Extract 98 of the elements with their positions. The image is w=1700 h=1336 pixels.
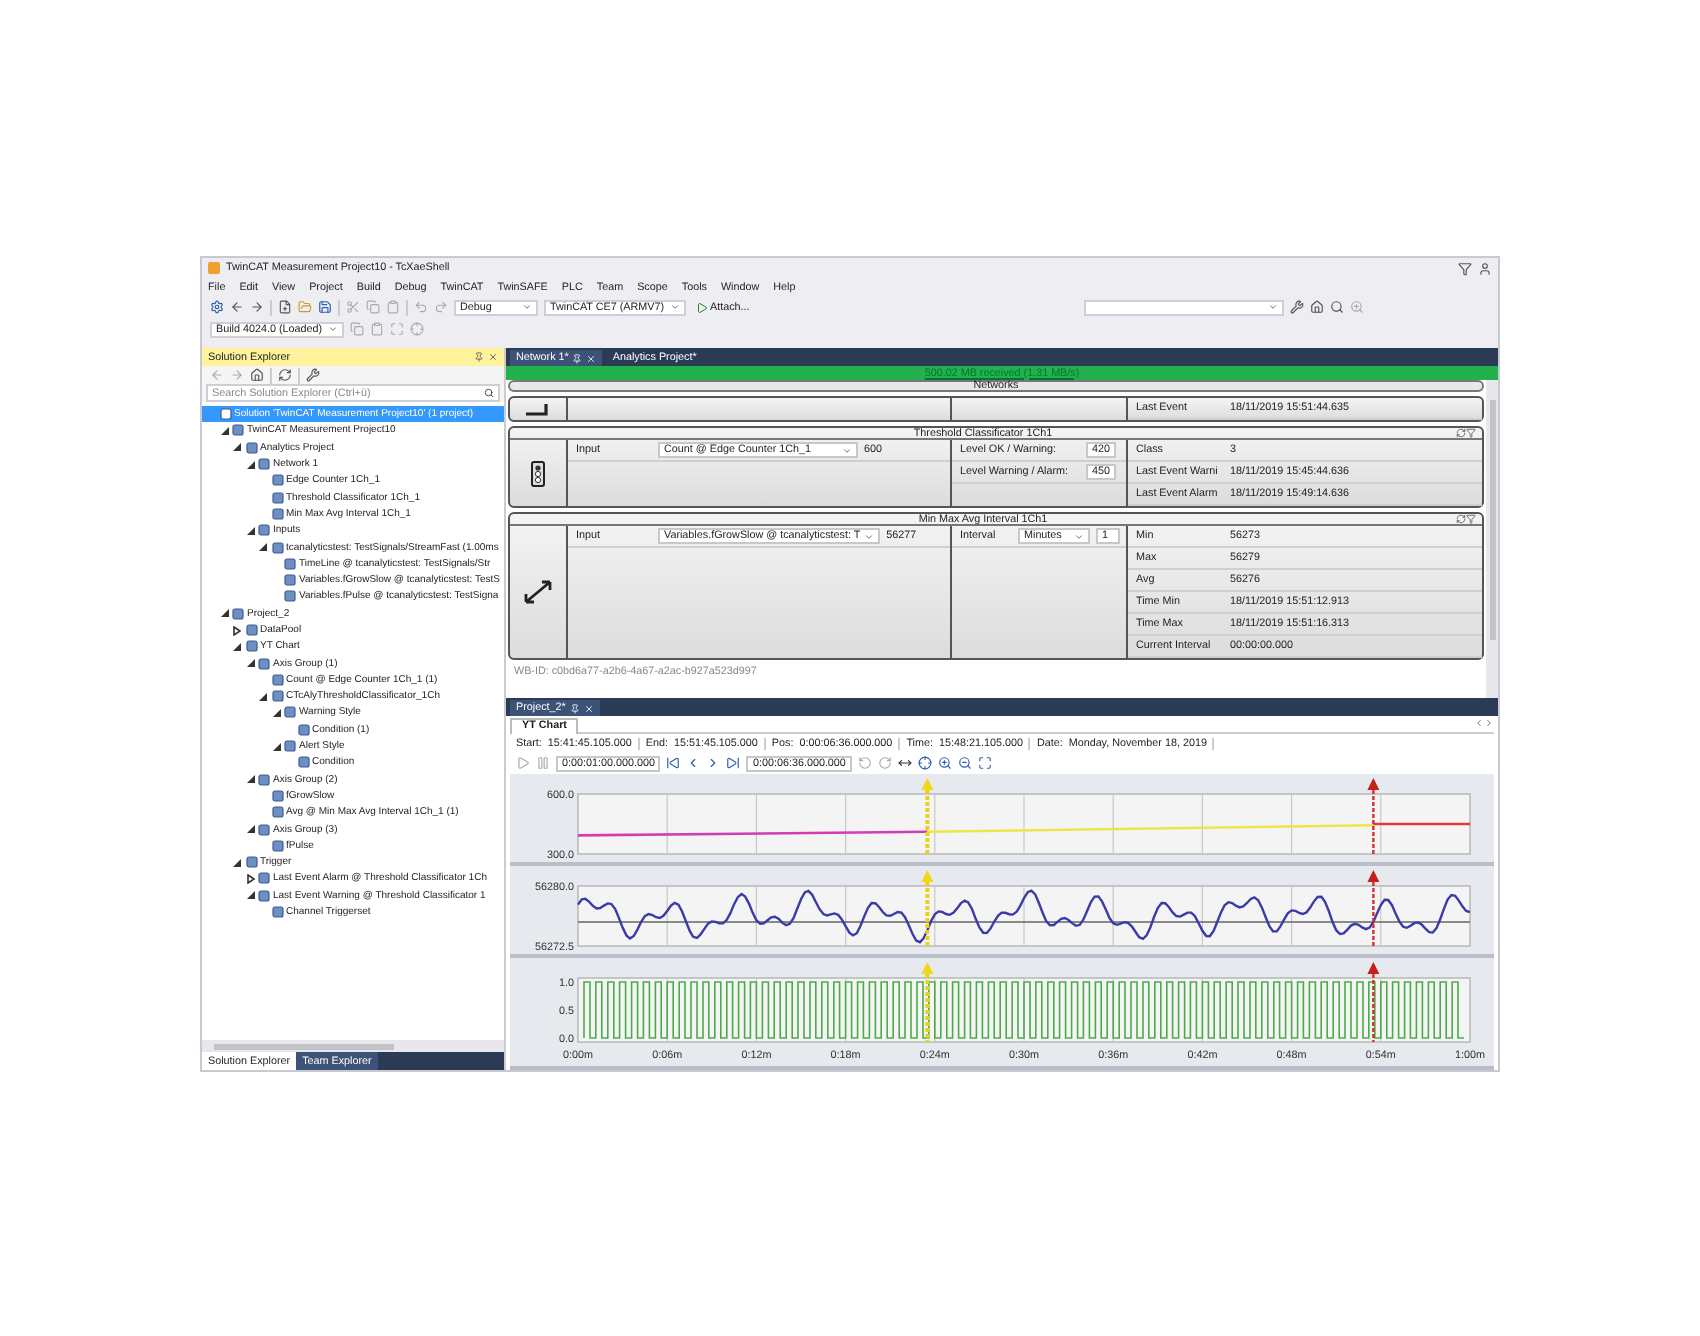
node-icon bbox=[284, 574, 296, 587]
node-icon bbox=[271, 906, 283, 919]
search-icon[interactable] bbox=[1330, 300, 1344, 314]
toggle-triangle-icon[interactable] bbox=[245, 459, 255, 470]
node-icon bbox=[284, 590, 296, 603]
node-icon bbox=[258, 657, 270, 670]
toggle-triangle-icon[interactable] bbox=[258, 691, 268, 702]
event-marker[interactable] bbox=[1367, 870, 1380, 946]
caret-icon bbox=[670, 302, 681, 312]
node-icon bbox=[284, 557, 296, 570]
caret-icon bbox=[522, 302, 532, 312]
node-icon bbox=[258, 773, 270, 786]
node-icon bbox=[271, 690, 283, 703]
event-marker[interactable] bbox=[921, 778, 934, 854]
settings-icon[interactable] bbox=[210, 300, 224, 314]
node-icon bbox=[271, 507, 283, 520]
node-icon bbox=[245, 624, 257, 636]
node-icon bbox=[271, 474, 283, 487]
toggle-triangle-icon[interactable] bbox=[271, 741, 281, 752]
back-icon[interactable] bbox=[230, 300, 244, 314]
scroll-left-icon[interactable] bbox=[1474, 718, 1484, 728]
node-icon bbox=[271, 673, 283, 686]
event-marker[interactable] bbox=[1367, 962, 1380, 1042]
toggle-triangle-icon[interactable] bbox=[219, 608, 229, 619]
node-icon bbox=[271, 491, 283, 504]
node-icon bbox=[284, 740, 296, 753]
refresh-icon[interactable] bbox=[1456, 514, 1466, 524]
toggle-triangle-icon[interactable] bbox=[232, 442, 242, 453]
node-icon bbox=[219, 408, 231, 421]
filter-icon[interactable] bbox=[1466, 514, 1476, 524]
node-icon bbox=[245, 856, 257, 869]
caret-icon bbox=[1074, 531, 1084, 541]
new-file-icon[interactable] bbox=[278, 300, 292, 314]
forward-icon[interactable] bbox=[250, 300, 264, 314]
node-icon bbox=[271, 839, 283, 852]
account-icon[interactable] bbox=[1478, 261, 1492, 275]
pin-icon[interactable] bbox=[474, 352, 484, 362]
toggle-triangle-icon[interactable] bbox=[271, 707, 281, 718]
step-forward-icon[interactable] bbox=[706, 756, 721, 770]
search-icon bbox=[484, 388, 494, 398]
toggle-triangle-icon[interactable] bbox=[245, 824, 255, 835]
toggle-triangle-icon[interactable] bbox=[245, 525, 255, 536]
wrench-icon[interactable] bbox=[306, 368, 320, 382]
play-icon bbox=[696, 301, 709, 313]
toggle-triangle-icon[interactable] bbox=[245, 873, 255, 884]
toggle-triangle-icon[interactable] bbox=[232, 625, 242, 635]
toggle-triangle-icon[interactable] bbox=[245, 774, 255, 785]
caret-icon bbox=[1268, 302, 1278, 312]
node-icon bbox=[284, 706, 296, 719]
toggle-triangle-icon[interactable] bbox=[232, 857, 242, 868]
node-icon bbox=[258, 889, 270, 902]
edge-step-icon bbox=[524, 401, 552, 417]
zoom-in-icon[interactable] bbox=[937, 756, 952, 770]
filter-icon[interactable] bbox=[1458, 261, 1472, 275]
node-icon bbox=[297, 723, 309, 736]
node-icon bbox=[271, 806, 283, 819]
app-logo-icon bbox=[208, 262, 220, 274]
skip-forward-icon[interactable] bbox=[726, 756, 741, 770]
event-marker[interactable] bbox=[921, 870, 934, 946]
node-icon bbox=[258, 458, 270, 471]
horizontal-scrollbar[interactable] bbox=[202, 1040, 504, 1052]
home-icon[interactable] bbox=[1310, 300, 1324, 314]
node-icon bbox=[258, 823, 270, 836]
crosshair-icon[interactable] bbox=[917, 756, 932, 770]
fit-icon[interactable] bbox=[977, 756, 992, 770]
node-icon bbox=[271, 789, 283, 802]
toggle-triangle-icon[interactable] bbox=[245, 658, 255, 669]
caret-icon bbox=[842, 445, 852, 455]
event-marker[interactable] bbox=[921, 962, 934, 1042]
node-icon bbox=[232, 607, 244, 620]
node-icon bbox=[297, 756, 309, 769]
toggle-triangle-icon[interactable] bbox=[258, 542, 268, 553]
toggle-triangle-icon[interactable] bbox=[219, 425, 229, 436]
zoom-out-icon[interactable] bbox=[957, 756, 972, 770]
node-icon bbox=[232, 424, 244, 437]
caret-icon bbox=[328, 324, 339, 334]
pan-icon[interactable] bbox=[897, 756, 912, 770]
node-icon bbox=[271, 541, 283, 554]
toggle-triangle-icon[interactable] bbox=[232, 641, 242, 652]
diagonal-arrow-icon bbox=[522, 578, 554, 606]
scroll-right-icon[interactable] bbox=[1484, 718, 1494, 728]
wrench-icon[interactable] bbox=[1290, 300, 1304, 314]
toggle-triangle-icon[interactable] bbox=[245, 890, 255, 901]
node-icon bbox=[258, 872, 270, 885]
filter-icon[interactable] bbox=[1466, 428, 1476, 438]
step-back-icon[interactable] bbox=[686, 756, 701, 770]
vertical-scrollbar[interactable] bbox=[1486, 380, 1498, 698]
traffic-light-icon bbox=[530, 459, 546, 487]
save-icon[interactable] bbox=[318, 300, 332, 314]
event-marker[interactable] bbox=[1367, 778, 1380, 854]
refresh-icon[interactable] bbox=[1456, 428, 1466, 438]
skip-back-icon[interactable] bbox=[666, 756, 681, 770]
caret-icon bbox=[864, 531, 875, 541]
node-icon bbox=[245, 640, 257, 653]
refresh-icon[interactable] bbox=[278, 368, 292, 382]
home-icon[interactable] bbox=[250, 368, 264, 382]
node-icon bbox=[258, 524, 270, 537]
node-icon bbox=[245, 441, 257, 454]
